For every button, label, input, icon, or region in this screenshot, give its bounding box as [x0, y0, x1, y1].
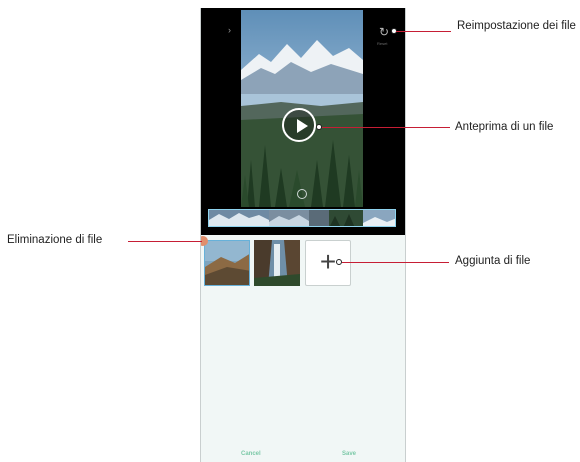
thumbnail[interactable]	[254, 240, 300, 286]
save-button[interactable]: Save	[342, 451, 356, 457]
phone-screen: › ↻ Reset + Cancel Save	[200, 8, 406, 462]
callout-preview: Anteprima di un file	[455, 121, 554, 133]
play-button[interactable]	[282, 108, 316, 142]
callout-add: Aggiunta di file	[455, 255, 531, 267]
callout-line	[342, 262, 449, 263]
filmstrip-frames	[209, 210, 395, 226]
refresh-icon[interactable]: ↻	[379, 26, 389, 38]
callout-line	[128, 241, 202, 242]
reset-label[interactable]: Reset	[377, 41, 387, 46]
rotate-icon[interactable]	[297, 189, 307, 199]
add-file-button[interactable]: +	[305, 240, 351, 286]
cancel-button[interactable]: Cancel	[241, 451, 261, 457]
chevron-right-icon[interactable]: ›	[228, 26, 231, 35]
callout-delete: Eliminazione di file	[7, 234, 103, 246]
waterfall-image	[254, 240, 300, 286]
preview-area: › ↻ Reset	[201, 8, 405, 235]
callout-line	[396, 31, 451, 32]
plus-icon: +	[319, 246, 337, 277]
callout-line	[322, 127, 450, 128]
callout-reset: Reimpostazione dei file	[457, 20, 576, 32]
selected-thumbnail[interactable]	[204, 240, 250, 286]
coast-image	[205, 241, 249, 285]
timeline-filmstrip[interactable]	[208, 209, 396, 227]
